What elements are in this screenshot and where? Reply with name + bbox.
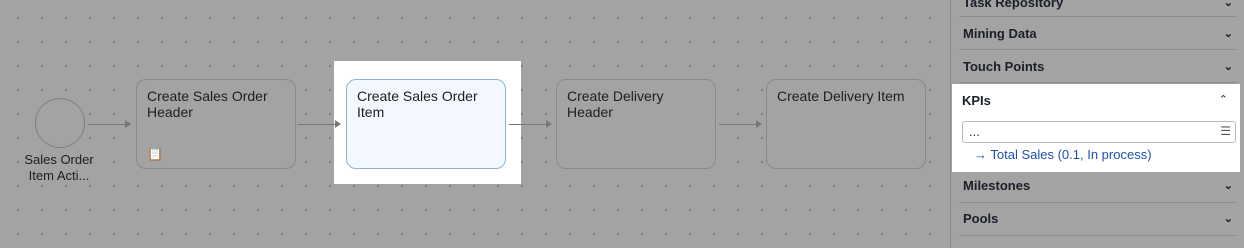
start-event-label: Sales Order Item Acti... bbox=[24, 152, 94, 183]
chevron-down-icon: ⌄ bbox=[1223, 28, 1233, 40]
task-label: Create Delivery Header bbox=[567, 88, 664, 120]
kpi-item[interactable]: → Total Sales (0.1, In process) bbox=[974, 147, 1152, 162]
section-label: KPIs bbox=[962, 93, 991, 108]
process-canvas[interactable]: Sales Order Item Acti... Create Sales Or… bbox=[0, 0, 950, 248]
task-create-delivery-header[interactable]: Create Delivery Header bbox=[556, 79, 716, 169]
section-label: Milestones bbox=[963, 178, 1031, 193]
section-pools[interactable]: Pools ⌄ bbox=[959, 203, 1237, 236]
start-event[interactable] bbox=[35, 98, 85, 148]
section-label: Task Repository bbox=[963, 0, 1064, 10]
chevron-down-icon: ⌄ bbox=[1223, 0, 1233, 9]
section-kpis[interactable]: KPIs ⌃ ... ☰ → Total Sales (0.1, In proc… bbox=[952, 84, 1240, 172]
task-create-delivery-item[interactable]: Create Delivery Item bbox=[766, 79, 926, 169]
flow-arrow bbox=[298, 120, 341, 128]
chevron-down-icon: ⌄ bbox=[1223, 61, 1233, 73]
section-milestones[interactable]: Milestones ⌄ bbox=[959, 171, 1237, 203]
flow-arrow bbox=[719, 120, 762, 128]
section-touch-points[interactable]: Touch Points ⌄ bbox=[959, 50, 1237, 83]
clipboard-icon[interactable]: 📋 bbox=[147, 146, 163, 162]
filter-list-icon[interactable]: ☰ bbox=[1220, 124, 1231, 138]
task-label: Create Sales Order Item bbox=[357, 88, 478, 120]
chevron-down-icon: ⌄ bbox=[1223, 213, 1233, 225]
section-mining-data[interactable]: Mining Data ⌄ bbox=[959, 17, 1237, 50]
kpi-item-label: Total Sales (0.1, In process) bbox=[990, 147, 1152, 162]
flow-arrow bbox=[88, 120, 131, 128]
section-label: Pools bbox=[963, 211, 999, 226]
task-create-sales-order-header[interactable]: Create Sales Order Header 📋 bbox=[136, 79, 296, 169]
task-create-sales-order-item[interactable]: Create Sales Order Item bbox=[346, 79, 506, 169]
section-label: Mining Data bbox=[963, 26, 1037, 41]
kpi-search-input[interactable]: ... ☰ bbox=[962, 121, 1236, 143]
task-label: Create Delivery Item bbox=[777, 88, 905, 104]
section-task-repository[interactable]: Task Repository ⌄ bbox=[959, 0, 1237, 17]
chevron-up-icon[interactable]: ⌃ bbox=[1219, 93, 1228, 106]
chevron-down-icon: ⌄ bbox=[1223, 180, 1233, 192]
arrow-right-icon: → bbox=[974, 147, 987, 162]
flow-arrow bbox=[509, 120, 552, 128]
task-label: Create Sales Order Header bbox=[147, 88, 268, 120]
kpi-search-value: ... bbox=[969, 124, 980, 139]
section-label: Touch Points bbox=[963, 59, 1045, 74]
